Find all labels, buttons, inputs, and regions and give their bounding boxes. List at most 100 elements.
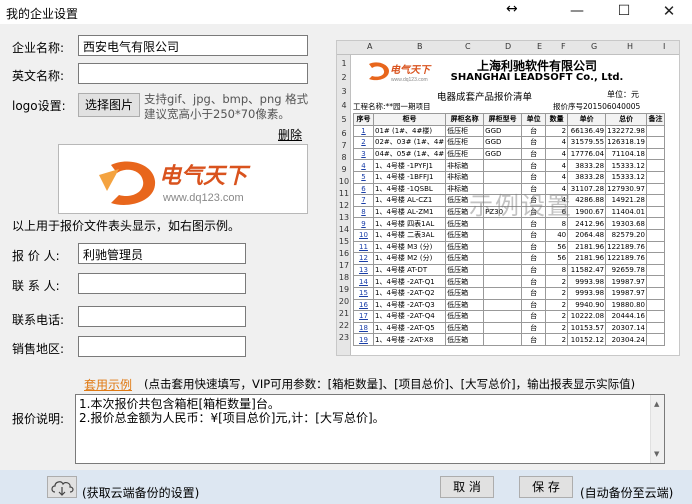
table-cell: 低压箱	[445, 252, 485, 265]
choose-image-button[interactable]: 选择图片	[78, 93, 140, 117]
delete-logo-link[interactable]: 删除	[278, 126, 302, 143]
table-header-cell: 屏柜型号	[483, 113, 523, 126]
table-cell: 台	[521, 263, 547, 277]
contact-label: 联 系 人:	[12, 279, 60, 293]
table-cell	[646, 170, 665, 184]
column-letter: C	[465, 42, 471, 51]
table-cell	[483, 228, 523, 242]
column-letter: A	[367, 42, 373, 51]
table-cell	[483, 333, 523, 346]
maximize-button[interactable]: ☐	[601, 0, 647, 24]
quoter-field[interactable]: 利驰管理员	[78, 243, 246, 264]
table-cell: 1、4号楼 -2AT-Q2	[372, 286, 447, 300]
logo-format-hint: 支持gif、jpg、bmp、png 格式 建议宽高小于250*70像素。	[144, 92, 309, 121]
close-button[interactable]: ✕	[646, 0, 692, 24]
row-header-bar: 1 2 3 4 5 6 7 8 9 10 11 12 13 14 15 16 1…	[337, 55, 351, 355]
table-cell: 低压箱	[445, 228, 485, 242]
table-header-cell: 单位	[521, 113, 547, 126]
resize-arrows-icon[interactable]: ↔	[506, 1, 518, 17]
table-cell: 04#、05# (1#、4#	[372, 147, 447, 161]
table-cell	[483, 170, 523, 184]
table-cell	[646, 310, 665, 323]
english-name-label: 英文名称:	[12, 69, 65, 83]
table-cell: 7	[353, 194, 374, 207]
scroll-down-icon[interactable]: ▼	[654, 447, 659, 461]
table-cell: 8	[545, 263, 569, 277]
row-number: 13	[338, 213, 350, 222]
table-cell	[646, 159, 665, 172]
apply-sample-link[interactable]: 套用示例	[84, 376, 132, 393]
table-cell: 低压柜	[445, 147, 485, 161]
table-cell: 02#、03# (1#、4#	[372, 136, 447, 149]
table-cell: 2	[545, 124, 569, 138]
column-letter: G	[591, 42, 598, 51]
note-line: 2.报价总金额为人民币：¥[项目总价]元,计：[大写总价]。	[79, 411, 385, 425]
column-header-bar: A B C D E F G H I	[337, 41, 679, 55]
logo-label: logo设置:	[12, 99, 66, 113]
table-cell: 1、4号楼 AL-CZ1	[372, 194, 447, 207]
table-cell: 非标箱	[445, 159, 485, 172]
english-name-field[interactable]	[78, 63, 308, 84]
sample-watermark: 示例设置	[469, 192, 573, 220]
table-cell	[646, 194, 665, 207]
table-row: 17 1、4号楼 -2AT-Q4 低压箱 台 2 10222.08 20444.16	[353, 310, 665, 323]
table-cell	[646, 147, 665, 161]
note-textarea[interactable]: 1.本次报价共包含箱柜[箱柜数量]台。 2.报价总金额为人民币：¥[项目总价]元…	[75, 394, 665, 464]
company-logo-image: 电气天下 www.dq123.com	[99, 161, 251, 205]
row-number: 7	[341, 141, 347, 150]
column-letter: E	[537, 42, 543, 51]
contact-field[interactable]	[78, 273, 246, 294]
table-cell: 3833.28	[567, 159, 607, 172]
cancel-button[interactable]: 取 消	[440, 476, 494, 498]
table-cell: 122189.76	[605, 252, 647, 265]
table-cell	[646, 205, 665, 219]
table-cell: 20304.24	[605, 333, 647, 346]
logo-preview: 电气天下 www.dq123.com	[58, 144, 308, 214]
table-cell	[646, 275, 665, 288]
logo-domain-text: www.dq123.com	[162, 192, 244, 204]
table-row: 4 1、4号楼 -1PYFJ1 非标箱台 4 3833.28 15333.12	[353, 159, 665, 172]
column-letter: B	[417, 42, 423, 51]
sheet-project-name: 工程名称:**园一期项目	[353, 102, 431, 111]
region-field[interactable]	[78, 336, 246, 357]
scroll-up-icon[interactable]: ▲	[654, 397, 659, 411]
table-cell: 2	[545, 275, 569, 288]
table-cell: 台	[521, 286, 547, 300]
table-cell: 31107.28	[567, 182, 607, 196]
table-row: 11 1、4号楼 M3 (分) 低压箱 台 56 2181.96 122189.76	[353, 240, 665, 254]
cloud-download-button[interactable]	[47, 476, 77, 498]
table-cell	[483, 286, 523, 300]
table-cell: 10	[353, 228, 374, 242]
table-cell: GGD	[483, 147, 523, 161]
table-cell: 71104.18	[605, 147, 647, 161]
table-cell: 台	[521, 124, 547, 138]
table-cell: 低压箱	[445, 333, 485, 346]
table-cell: 40	[545, 228, 569, 242]
row-number: 14	[338, 225, 350, 234]
table-cell: 台	[521, 240, 547, 254]
table-cell: 19303.68	[605, 217, 647, 230]
note-scrollbar[interactable]: ▲ ▼	[650, 395, 664, 463]
table-cell: 低压箱	[445, 275, 485, 288]
table-row: 15 1、4号楼 -2AT-Q2 低压箱 台 2 9993.98 19987.97	[353, 286, 665, 300]
table-row: 14 1、4号楼 -2AT-Q1 低压箱 台 2 9993.98 19987.97	[353, 275, 665, 288]
minimize-button[interactable]: —	[554, 0, 600, 24]
save-button[interactable]: 保 存	[519, 476, 573, 498]
table-cell	[646, 252, 665, 265]
company-name-field[interactable]: 西安电气有限公司	[78, 35, 308, 56]
table-cell: 10222.08	[567, 310, 607, 323]
table-cell: 19987.97	[605, 286, 647, 300]
table-cell: 9	[353, 217, 374, 230]
table-cell: 台	[521, 228, 547, 242]
table-cell: 12	[353, 252, 374, 265]
table-cell: 2	[545, 333, 569, 346]
table-cell: 14	[353, 275, 374, 288]
table-cell	[646, 263, 665, 277]
phone-field[interactable]	[78, 306, 246, 327]
table-cell: 17776.04	[567, 147, 607, 161]
table-cell: 13	[353, 263, 374, 277]
table-cell	[483, 275, 523, 288]
table-cell: GGD	[483, 136, 523, 149]
row-number: 19	[338, 285, 350, 294]
table-cell: 1、4号楼 -2AT-Q5	[372, 321, 447, 335]
